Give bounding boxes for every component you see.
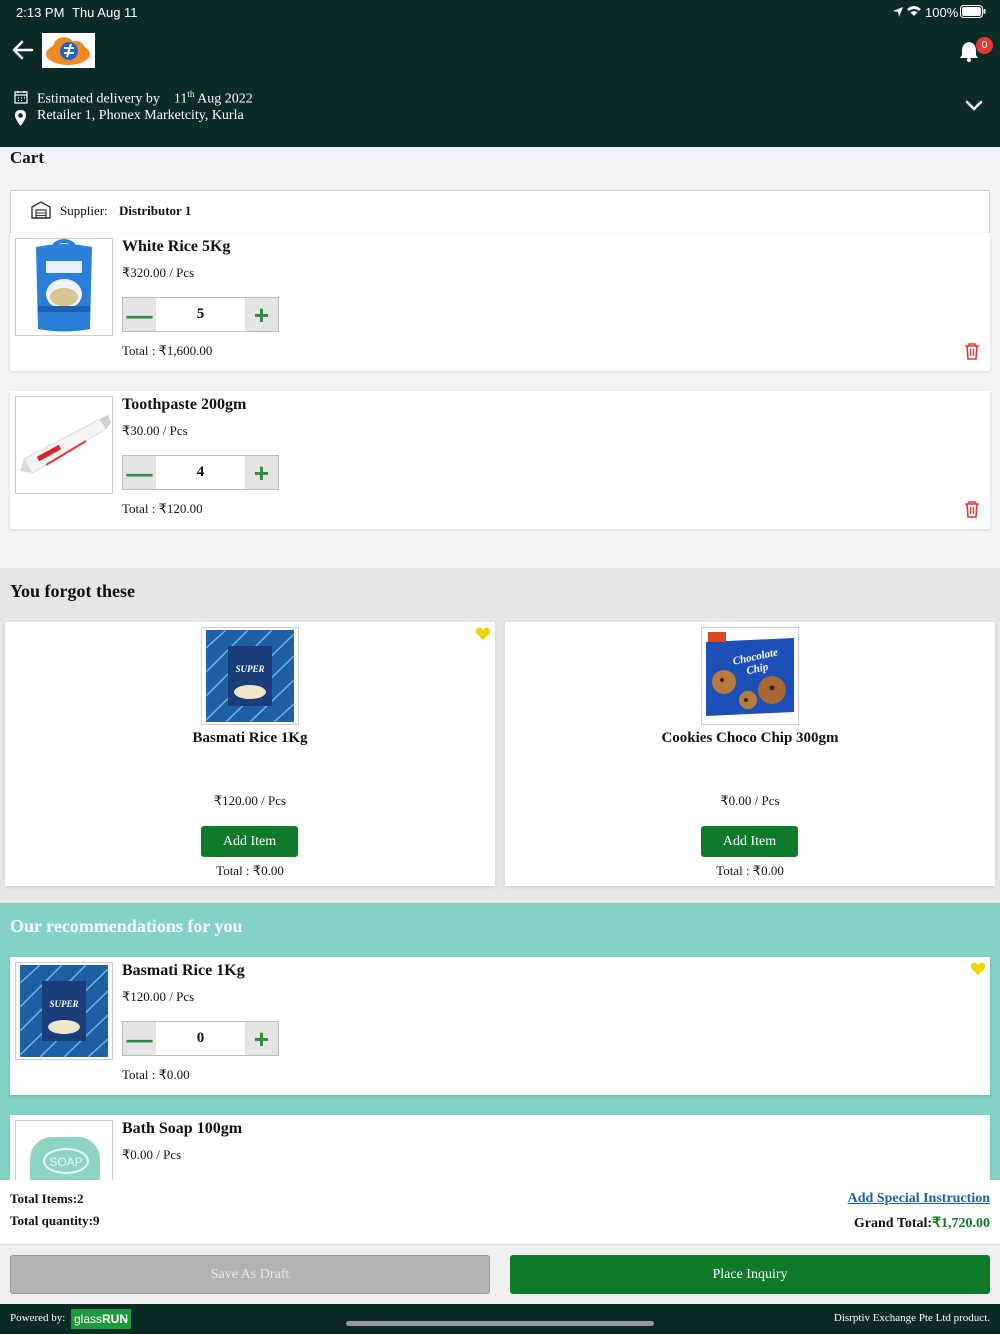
svg-text:SOAP: SOAP bbox=[49, 1155, 82, 1169]
suggestion-card: Chocolate Chip Cookies Choco Chip 300gm … bbox=[505, 622, 995, 886]
cart-title: Cart bbox=[10, 148, 44, 167]
product-image-basmati: SUPER bbox=[201, 627, 299, 725]
notification-badge: 0 bbox=[976, 37, 993, 54]
action-bar: Save As Draft Place Inquiry bbox=[0, 1245, 1000, 1304]
grand-total: Grand Total:₹1,720.00 bbox=[854, 1215, 990, 1232]
product-name: Toothpaste 200gm bbox=[122, 396, 247, 413]
svg-text:SUPER: SUPER bbox=[235, 664, 264, 674]
quantity-stepper: — 4 + bbox=[122, 455, 279, 490]
supplier-label: Supplier: bbox=[60, 203, 108, 218]
product-price: ₹120.00 / Pcs bbox=[213, 793, 287, 808]
product-name: Basmati Rice 1Kg bbox=[192, 730, 308, 746]
grand-total-label: Grand Total: bbox=[853, 1216, 933, 1231]
supplier-name: Distributor 1 bbox=[119, 203, 192, 218]
quantity-value[interactable]: 4 bbox=[157, 456, 244, 489]
add-item-button[interactable]: Add Item bbox=[201, 826, 298, 857]
location-pin-icon bbox=[14, 109, 27, 132]
chevron-down-icon[interactable] bbox=[964, 99, 984, 118]
powered-by-label: Powered by: bbox=[10, 1312, 66, 1324]
product-price: ₹120.00 / Pcs bbox=[122, 989, 195, 1004]
wifi-icon bbox=[906, 4, 922, 22]
increment-button[interactable]: + bbox=[245, 456, 278, 489]
warehouse-icon bbox=[31, 201, 51, 224]
product-name: Basmati Rice 1Kg bbox=[122, 962, 245, 979]
product-price: ₹0.00 / Pcs bbox=[720, 793, 780, 808]
decrement-button[interactable]: — bbox=[123, 298, 156, 331]
trash-icon[interactable] bbox=[964, 342, 980, 365]
heart-icon[interactable] bbox=[970, 962, 986, 981]
delivery-day-suffix: th bbox=[187, 89, 195, 99]
suggestion-card: SUPER Basmati Rice 1Kg ₹120.00 / Pcs Add… bbox=[5, 622, 495, 886]
item-total: Total : ₹0.00 bbox=[716, 863, 784, 878]
product-image-cookies: Chocolate Chip bbox=[701, 627, 799, 725]
item-total: Total : ₹0.00 bbox=[122, 1067, 190, 1082]
svg-text:SUPER: SUPER bbox=[49, 999, 78, 1009]
delivery-month-year: Aug 2022 bbox=[197, 91, 253, 107]
item-total: Total : ₹1,600.00 bbox=[122, 343, 213, 358]
status-date: Thu Aug 11 bbox=[72, 5, 138, 20]
order-summary: Total Items:2 Total quantity:9 Add Speci… bbox=[0, 1180, 1000, 1245]
product-name: Bath Soap 100gm bbox=[122, 1120, 243, 1137]
save-as-draft-button[interactable]: Save As Draft bbox=[10, 1255, 490, 1294]
app-logo bbox=[42, 33, 95, 68]
product-image-toothpaste bbox=[15, 396, 113, 494]
heart-icon[interactable] bbox=[475, 627, 491, 646]
add-item-button[interactable]: Add Item bbox=[701, 826, 798, 857]
product-image-soap: SOAP bbox=[15, 1120, 113, 1180]
calendar-icon bbox=[14, 90, 28, 109]
item-total: Total : ₹120.00 bbox=[122, 501, 203, 516]
item-total: Total : ₹0.00 bbox=[216, 863, 284, 878]
grand-total-value: ₹1,720.00 bbox=[932, 1216, 990, 1231]
product-name: Cookies Choco Chip 300gm bbox=[661, 730, 839, 746]
quantity-stepper: — 5 + bbox=[122, 297, 279, 332]
product-price: ₹30.00 / Pcs bbox=[122, 423, 188, 438]
product-price: ₹0.00 / Pcs bbox=[122, 1147, 182, 1162]
home-indicator bbox=[346, 1321, 654, 1326]
product-name: White Rice 5Kg bbox=[122, 238, 231, 255]
decrement-button[interactable]: — bbox=[123, 1022, 156, 1055]
cart-item: White Rice 5Kg ₹320.00 / Pcs — 5 + Total… bbox=[10, 233, 990, 371]
trash-icon[interactable] bbox=[964, 500, 980, 523]
total-quantity: Total quantity:9 bbox=[10, 1213, 100, 1228]
add-special-instruction-link[interactable]: Add Special Instruction bbox=[848, 1191, 990, 1207]
product-price: ₹320.00 / Pcs bbox=[122, 265, 195, 280]
recommendation-item: SOAP Bath Soap 100gm ₹0.00 / Pcs bbox=[10, 1115, 990, 1180]
delivery-day: 11 bbox=[173, 91, 188, 107]
status-time: 2:13 PM bbox=[16, 5, 65, 20]
forgot-title: You forgot these bbox=[10, 581, 135, 601]
total-items: Total Items:2 bbox=[10, 1191, 84, 1206]
product-image-white-rice bbox=[15, 238, 113, 336]
delivery-location: Retailer 1, Phonex Marketcity, Kurla bbox=[37, 108, 244, 123]
location-arrow-icon bbox=[892, 5, 904, 23]
increment-button[interactable]: + bbox=[245, 298, 278, 331]
glassrun-logo: glassRUN bbox=[71, 1309, 132, 1329]
increment-button[interactable]: + bbox=[245, 1022, 278, 1055]
cart-item: Toothpaste 200gm ₹30.00 / Pcs — 4 + Tota… bbox=[10, 391, 990, 529]
brand-glass: glass bbox=[74, 1312, 103, 1326]
delivery-label: Estimated delivery by bbox=[37, 91, 160, 107]
quantity-stepper: — 0 + bbox=[122, 1021, 279, 1056]
recommendations-title: Our recommendations for you bbox=[10, 916, 243, 936]
quantity-value[interactable]: 5 bbox=[157, 298, 244, 331]
app-header: 2:13 PM Thu Aug 11 100% 0 Estimated deli… bbox=[0, 0, 1000, 147]
product-image-basmati: SUPER bbox=[15, 962, 113, 1060]
footer-bar: Powered by: glassRUN Disrptiv Exchange P… bbox=[0, 1304, 1000, 1334]
supplier-row: Supplier: Distributor 1 bbox=[10, 190, 990, 235]
quantity-value[interactable]: 0 bbox=[157, 1022, 244, 1055]
company-credit: Disrptiv Exchange Pte Ltd product. bbox=[833, 1312, 990, 1324]
battery-percent: 100% bbox=[925, 5, 959, 20]
decrement-button[interactable]: — bbox=[123, 456, 156, 489]
recommendation-item: SUPER Basmati Rice 1Kg ₹120.00 / Pcs — 0… bbox=[10, 957, 990, 1095]
place-inquiry-button[interactable]: Place Inquiry bbox=[510, 1255, 990, 1294]
battery-icon bbox=[960, 5, 986, 23]
back-arrow-icon[interactable] bbox=[12, 40, 34, 65]
estimated-delivery: Estimated delivery by 11th Aug 2022 bbox=[37, 89, 253, 108]
brand-run: RUN bbox=[102, 1312, 129, 1326]
